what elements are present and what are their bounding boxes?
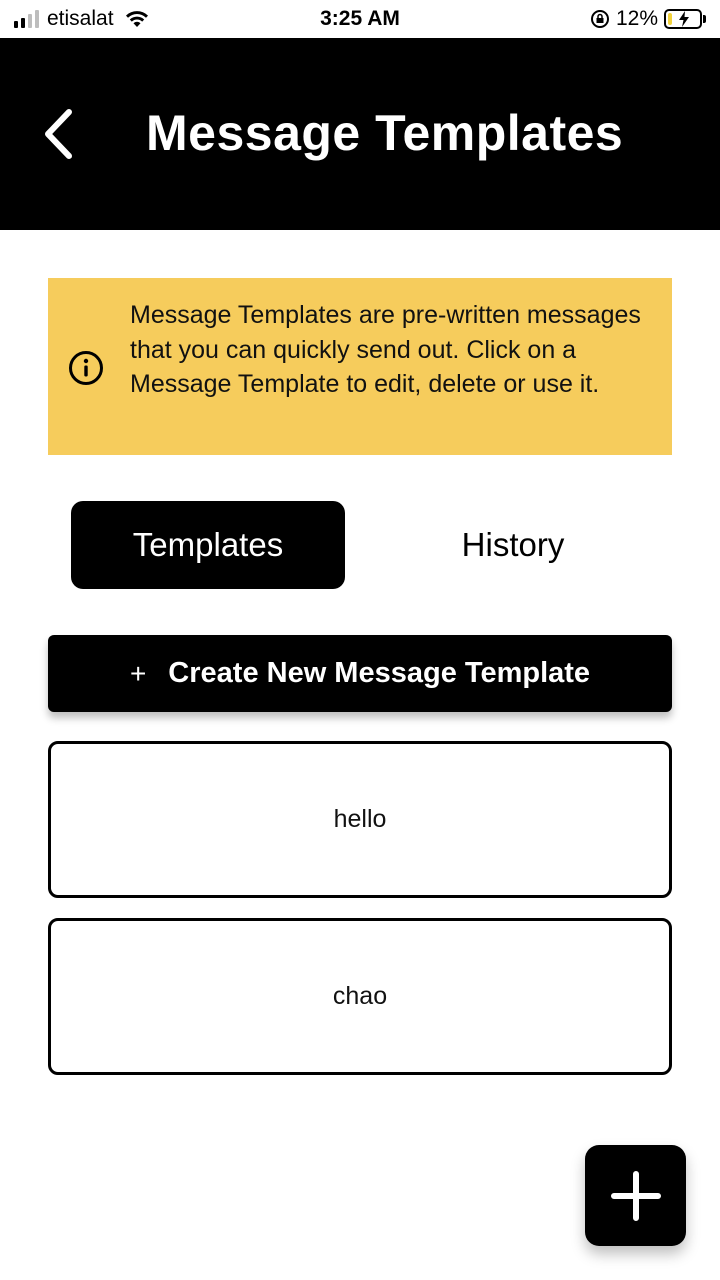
battery-icon [664,9,706,29]
info-circle-icon [69,351,103,385]
plus-icon [610,1170,661,1221]
template-card-chao[interactable]: chao [48,918,672,1075]
status-bar: etisalat 3:25 AM 12% [0,0,720,38]
create-template-label: Create New Message Template [168,657,591,689]
back-button[interactable] [30,102,86,166]
add-template-fab[interactable] [585,1145,686,1246]
plus-icon: + [129,657,147,689]
create-template-button[interactable]: + Create New Message Template [48,635,672,712]
status-bar-right: 12% [590,7,706,31]
tab-templates[interactable]: Templates [71,501,345,589]
info-text: Message Templates are pre-written messag… [130,301,641,398]
page-title: Message Templates [146,105,624,161]
template-card-hello[interactable]: hello [48,741,672,898]
tab-history[interactable]: History [376,501,650,589]
chevron-left-icon [45,109,72,159]
info-banner: Message Templates are pre-written messag… [48,278,672,455]
app-header: Message Templates [0,38,720,230]
battery-percent: 12% [615,7,658,30]
rotation-lock-icon [590,10,609,28]
